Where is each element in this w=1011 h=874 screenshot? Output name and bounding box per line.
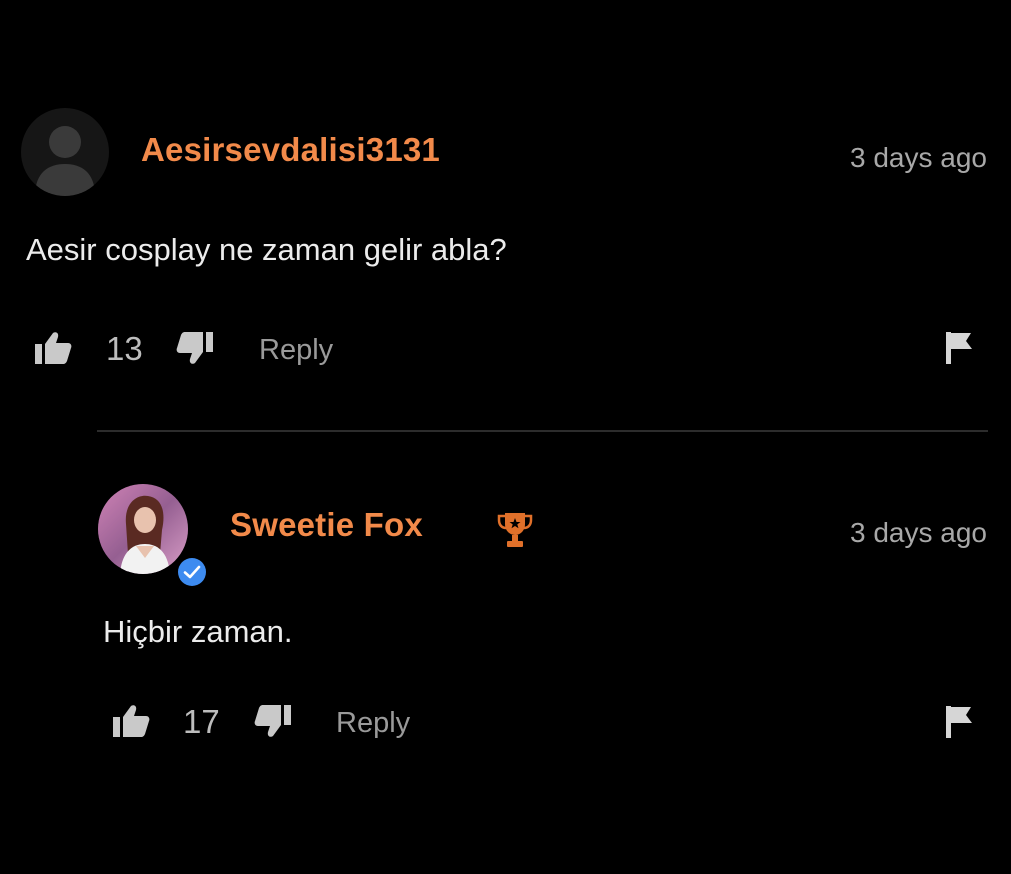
comment-username[interactable]: Sweetie Fox <box>230 506 423 544</box>
flag-icon[interactable] <box>944 704 974 740</box>
comment-username[interactable]: Aesirsevdalisi3131 <box>141 131 440 169</box>
thumbs-down-icon[interactable] <box>253 703 293 739</box>
thumbs-up-icon[interactable] <box>33 330 73 366</box>
default-user-silhouette-icon <box>21 108 109 196</box>
reply-button[interactable]: Reply <box>259 334 333 367</box>
thumbs-down-icon[interactable] <box>175 330 215 366</box>
comment-text: Hiçbir zaman. <box>103 614 293 649</box>
reply-button[interactable]: Reply <box>336 707 410 740</box>
flag-icon[interactable] <box>944 330 974 366</box>
trophy-icon <box>496 510 534 555</box>
comment-timestamp: 3 days ago <box>850 142 987 173</box>
comment-timestamp: 3 days ago <box>850 517 987 548</box>
avatar[interactable] <box>21 108 109 196</box>
comment: Aesirsevdalisi3131 3 days ago Aesir cosp… <box>0 0 1011 874</box>
thumbs-up-icon[interactable] <box>111 703 151 739</box>
verified-check-icon <box>174 554 210 590</box>
like-count: 13 <box>106 330 143 367</box>
comment-divider <box>97 430 988 432</box>
comment-text: Aesir cosplay ne zaman gelir abla? <box>26 232 507 267</box>
like-count: 17 <box>183 703 220 740</box>
